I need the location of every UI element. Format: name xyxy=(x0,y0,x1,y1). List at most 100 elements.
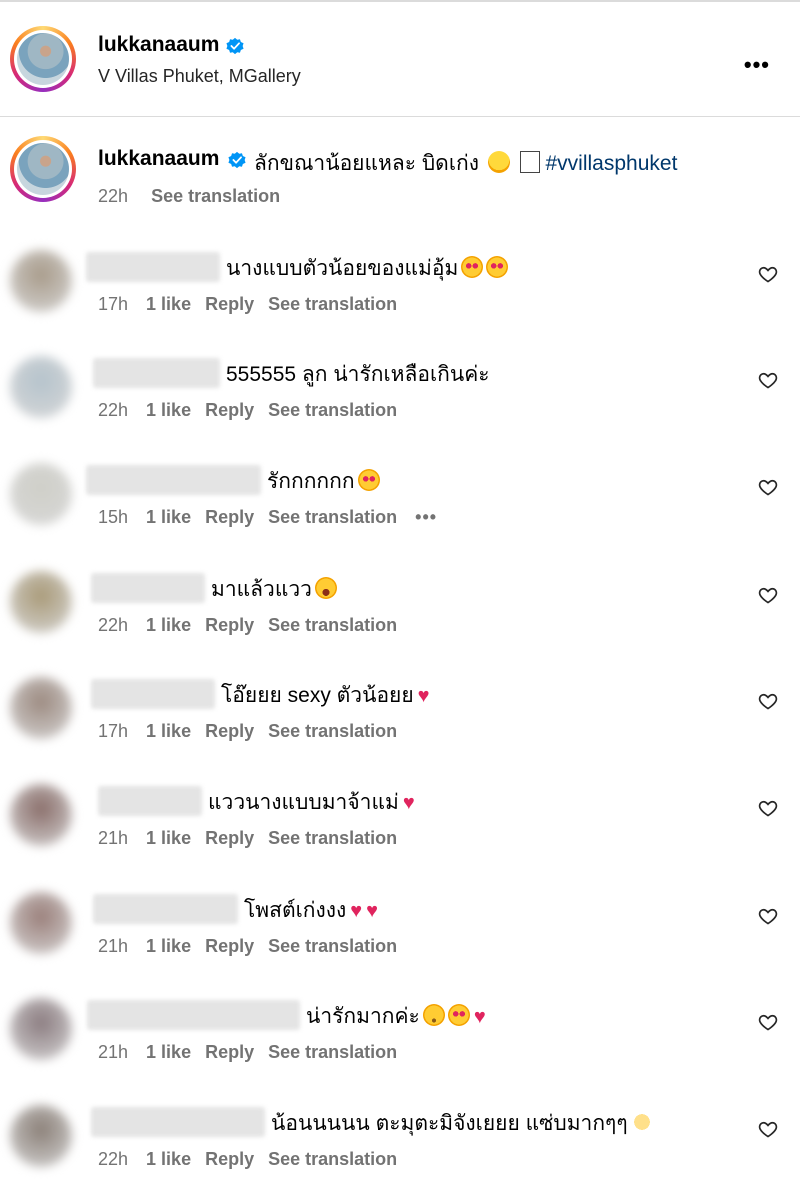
heart-eyes-emoji-icon xyxy=(486,256,509,278)
like-heart-icon[interactable] xyxy=(758,906,778,926)
commenter-username-blurred[interactable] xyxy=(98,786,202,816)
comment-row: แววนางแบบมาจ้าแม่ ♥ 21h 1 like Reply See tran… xyxy=(0,774,800,881)
reply-button[interactable]: Reply xyxy=(205,615,254,635)
red-heart-emoji-icon: ♥ xyxy=(350,900,363,922)
commenter-username-blurred[interactable] xyxy=(86,252,220,282)
like-heart-icon[interactable] xyxy=(758,691,778,711)
see-translation-button[interactable]: See translation xyxy=(268,721,397,741)
reply-button[interactable]: Reply xyxy=(205,828,254,848)
commenter-username-blurred[interactable] xyxy=(86,465,261,495)
like-heart-icon[interactable] xyxy=(758,1012,778,1032)
commenter-avatar[interactable] xyxy=(10,250,72,312)
commenter-username-blurred[interactable] xyxy=(93,894,238,924)
reply-button[interactable]: Reply xyxy=(205,1042,254,1062)
like-heart-icon[interactable] xyxy=(758,585,778,605)
see-translation-button[interactable]: See translation xyxy=(268,507,397,527)
comment-text: รักกกกกก xyxy=(267,470,355,493)
commenter-username-blurred[interactable] xyxy=(91,679,215,709)
story-avatar[interactable] xyxy=(10,26,76,92)
comment-body: น้อนนนนน ตะมุตะมิจังเยยย แซ่บมากๆๆ xyxy=(271,1107,653,1140)
comment-time: 15h xyxy=(98,507,129,527)
likes-count-button[interactable]: 1 like xyxy=(146,936,191,956)
caption-text: ลักขณาน้อยแหละ บิดเก่ง xyxy=(254,152,479,175)
likes-count-button[interactable]: 1 like xyxy=(146,507,191,527)
comment-time: 22h xyxy=(98,400,129,420)
caption-username[interactable]: lukkanaaum xyxy=(98,147,219,171)
comment-body: 555555 ลูก น่ารักเหลือเกินค่ะ xyxy=(226,358,490,391)
comment-time: 21h xyxy=(98,828,129,848)
commenter-username-blurred[interactable] xyxy=(91,1107,265,1137)
rofl-emoji-icon xyxy=(487,151,510,173)
comment-meta: 21h 1 like Reply See translation xyxy=(98,1042,411,1063)
comment-options-icon[interactable]: ••• xyxy=(415,507,437,527)
like-heart-icon[interactable] xyxy=(758,477,778,497)
reply-button[interactable]: Reply xyxy=(205,1149,254,1169)
reply-button[interactable]: Reply xyxy=(205,400,254,420)
reply-button[interactable]: Reply xyxy=(205,721,254,741)
likes-count-button[interactable]: 1 like xyxy=(146,1042,191,1062)
avatar xyxy=(17,33,69,85)
commenter-username-blurred[interactable] xyxy=(87,1000,300,1030)
likes-count-button[interactable]: 1 like xyxy=(146,828,191,848)
comment-row: นางแบบตัวน้อยของแม่อุ้ม 17h 1 like Reply See… xyxy=(0,240,800,347)
see-translation-button[interactable]: See translation xyxy=(268,294,397,314)
avatar xyxy=(17,143,69,195)
red-heart-emoji-icon: ♥ xyxy=(366,900,378,922)
comment-text: โพสต์เก่งงง xyxy=(244,899,347,922)
commenter-avatar[interactable] xyxy=(10,892,72,954)
likes-count-button[interactable]: 1 like xyxy=(146,400,191,420)
see-translation-button[interactable]: See translation xyxy=(268,1149,397,1169)
like-heart-icon[interactable] xyxy=(758,1119,778,1139)
commenter-username-blurred[interactable] xyxy=(93,358,220,388)
commenter-avatar[interactable] xyxy=(10,998,72,1060)
comment-row: น่ารักมากค่ะ ♥ 21h 1 like Reply See translati… xyxy=(0,988,800,1095)
reply-button[interactable]: Reply xyxy=(205,936,254,956)
hashtag-link[interactable]: #vvillasphuket xyxy=(546,152,678,175)
like-heart-icon[interactable] xyxy=(758,264,778,284)
commenter-avatar[interactable] xyxy=(10,784,72,846)
commenter-avatar[interactable] xyxy=(10,463,72,525)
comment-row: รักกกกกก 15h 1 like Reply See translation ••• xyxy=(0,453,800,560)
like-heart-icon[interactable] xyxy=(758,798,778,818)
comment-text: น้อนนนนน ตะมุตะมิจังเยยย แซ่บมากๆๆ xyxy=(271,1112,628,1135)
commenter-avatar[interactable] xyxy=(10,356,72,418)
likes-count-button[interactable]: 1 like xyxy=(146,721,191,741)
comment-text: น่ารักมากค่ะ xyxy=(306,1005,420,1028)
caption-meta: 22h See translation xyxy=(98,186,294,207)
reply-button[interactable]: Reply xyxy=(205,507,254,527)
see-translation-button[interactable]: See translation xyxy=(268,936,397,956)
comment-text: มาแล้วแวว xyxy=(211,578,312,601)
comment-time: 17h xyxy=(98,294,129,314)
comment-body: รักกกกกก xyxy=(267,465,380,498)
more-options-icon[interactable]: ••• xyxy=(744,52,770,78)
see-translation-button[interactable]: See translation xyxy=(268,400,397,420)
see-translation-button[interactable]: See translation xyxy=(268,615,397,635)
reply-button[interactable]: Reply xyxy=(205,294,254,314)
see-translation-button[interactable]: See translation xyxy=(268,828,397,848)
post-username[interactable]: lukkanaaum xyxy=(98,33,219,57)
comment-row: น้อนนนนน ตะมุตะมิจังเยยย แซ่บมากๆๆ 22h 1 l… xyxy=(0,1095,800,1202)
verified-badge-icon xyxy=(228,151,246,169)
comment-text: แววนางแบบมาจ้าแม่ xyxy=(208,791,399,814)
commenter-username-blurred[interactable] xyxy=(91,573,205,603)
likes-count-button[interactable]: 1 like xyxy=(146,1149,191,1169)
red-heart-emoji-icon: ♥ xyxy=(402,792,415,814)
likes-count-button[interactable]: 1 like xyxy=(146,294,191,314)
commenter-avatar[interactable] xyxy=(10,571,72,633)
comment-row: 555555 ลูก น่ารักเหลือเกินค่ะ 22h 1 like Re… xyxy=(0,346,800,453)
see-translation-button[interactable]: See translation xyxy=(268,1042,397,1062)
verified-badge-icon xyxy=(226,37,244,55)
comment-body: โอ๊ยยย sexy ตัวน้อยย ♥ xyxy=(221,679,430,712)
likes-count-button[interactable]: 1 like xyxy=(146,615,191,635)
like-heart-icon[interactable] xyxy=(758,370,778,390)
comment-meta: 22h 1 like Reply See translation xyxy=(98,400,411,421)
comment-meta: 21h 1 like Reply See translation xyxy=(98,936,411,957)
caption-avatar[interactable] xyxy=(10,136,76,202)
comment-body: มาแล้วแวว xyxy=(211,573,337,606)
commenter-avatar[interactable] xyxy=(10,677,72,739)
see-translation-button[interactable]: See translation xyxy=(151,186,280,206)
comment-meta: 22h 1 like Reply See translation xyxy=(98,615,411,636)
commenter-avatar[interactable] xyxy=(10,1105,72,1167)
comment-time: 22h xyxy=(98,615,129,635)
post-location[interactable]: V Villas Phuket, MGallery xyxy=(98,66,301,87)
